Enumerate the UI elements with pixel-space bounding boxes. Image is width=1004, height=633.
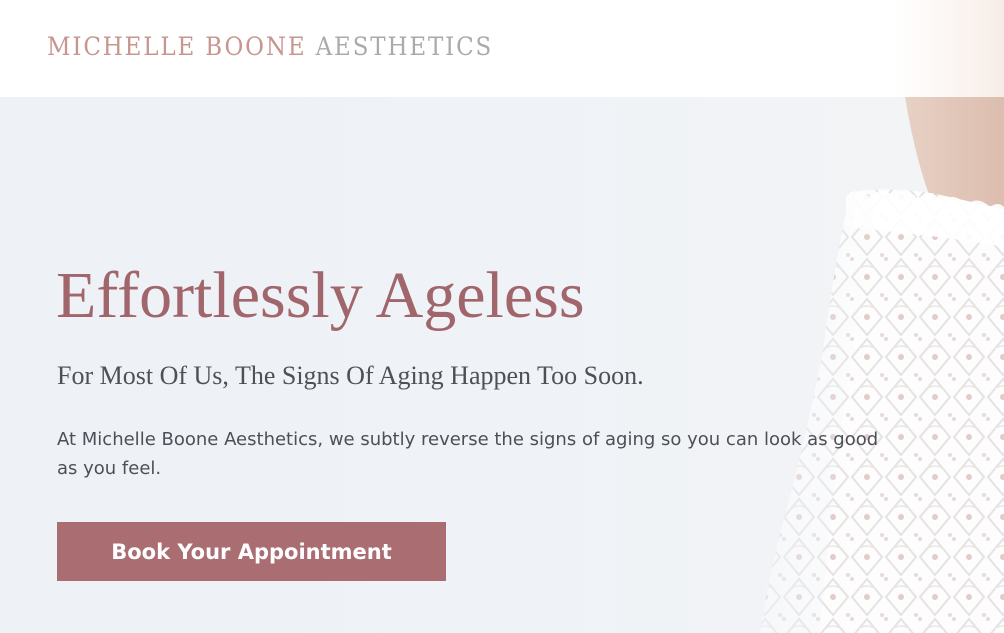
- hero-description: At Michelle Boone Aesthetics, we subtly …: [57, 429, 879, 479]
- header-photo-fade: [894, 0, 1004, 97]
- hero-subtitle: For Most Of Us, The Signs Of Aging Happe…: [57, 361, 644, 390]
- logo-secondary-text: AESTHETICS: [315, 32, 494, 61]
- page: MICHELLE BOONE AESTHETICS Effortlessly A…: [0, 0, 1004, 633]
- site-header: MICHELLE BOONE AESTHETICS: [0, 0, 1004, 97]
- hero-title: Effortlessly Ageless: [56, 259, 585, 332]
- hero-section: Effortlessly Ageless For Most Of Us, The…: [0, 97, 1004, 633]
- book-appointment-button[interactable]: Book Your Appointment: [57, 522, 446, 581]
- site-logo[interactable]: MICHELLE BOONE AESTHETICS: [47, 31, 493, 63]
- logo-primary-text: MICHELLE BOONE: [47, 32, 307, 61]
